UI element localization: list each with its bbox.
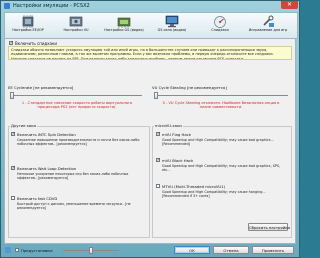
tab-label: Настройки VU — [63, 28, 89, 32]
ee-cyclerate-track — [10, 95, 142, 96]
enable-speedhacks-checkbox[interactable] — [9, 41, 13, 46]
app-icon — [4, 3, 10, 9]
tab-label: GS окно (видео) — [157, 28, 187, 32]
preset-checkbox[interactable] — [15, 248, 19, 252]
tab-label: Настройки GS (видео) — [104, 28, 144, 32]
mtvu-checkbox[interactable] — [156, 184, 160, 188]
fast-cdvd-checkbox[interactable] — [11, 196, 15, 200]
title-bar[interactable]: Настройки эмуляции - PCSX2 ✕ — [1, 1, 299, 11]
mvu-flag-checkbox[interactable] — [156, 132, 160, 137]
intc-spin-desc: Серьезное повышение производительности и… — [17, 138, 140, 147]
cancel-button[interactable]: Отмена — [213, 246, 249, 254]
settings-toolbar: Настройки EE/IOP Настройки VU Настройки … — [4, 12, 298, 39]
speedhack-icon — [214, 16, 226, 28]
preset-slider[interactable] — [89, 247, 93, 254]
vu-cycle-title: VU Cycle Stealing [не рекомендуется] — [152, 85, 227, 90]
window-title: Настройки эмуляции - PCSX2 — [13, 3, 90, 9]
ee-cyclerate-title: EE Cyclerate [не рекомендуется] — [8, 85, 74, 90]
fast-cdvd-label: Включить fast CDVD — [17, 195, 58, 201]
mvu-block-desc: Good Speedup and High Compatibility; may… — [162, 164, 281, 173]
fast-cdvd-desc: Быстрый доступ к дискам, уменьшение врем… — [17, 202, 131, 211]
enable-speedhacks-label: Включить спидхаки — [15, 40, 58, 46]
intc-spin-checkbox[interactable] — [11, 132, 15, 137]
speedhacks-warning: Спидхаки обычно позволяют ускорить эмуля… — [8, 46, 292, 60]
tab-gs[interactable]: Настройки GS (видео) — [104, 14, 144, 37]
tab-vu[interactable]: Настройки VU — [56, 14, 96, 37]
mvu-flag-label: mVU Flag Hack — [162, 131, 191, 137]
mvu-block-label: mVU Block Hack — [162, 157, 194, 163]
settings-window: Настройки эмуляции - PCSX2 ✕ Настройки E… — [0, 0, 300, 258]
cpu-icon — [22, 15, 34, 28]
ok-button[interactable]: ОК — [174, 246, 210, 254]
vu-cycle-slider[interactable] — [154, 92, 158, 99]
vu-icon — [69, 16, 83, 27]
game-fix-icon — [263, 15, 274, 27]
speedhacks-panel: Включить спидхаки Спидхаки обычно позвол… — [4, 38, 296, 244]
monitor-icon — [165, 15, 179, 28]
close-button[interactable]: ✕ — [281, 1, 298, 9]
tab-label: Исправление для игр — [248, 28, 288, 32]
wait-loop-label: Включить Wait Loop Detection — [17, 165, 77, 171]
intc-spin-label: Включить INTC Spin Detection — [17, 131, 76, 137]
mvu-block-checkbox[interactable] — [156, 158, 160, 163]
wait-loop-desc: Неплохое ускорение некоторых игр без как… — [17, 172, 129, 181]
ee-cyclerate-slider[interactable] — [10, 92, 14, 99]
apply-button[interactable]: Применить — [252, 246, 294, 254]
tab-speedhacks[interactable]: Спидхаки — [200, 14, 240, 37]
reset-settings-button[interactable]: Сбросить настройки — [248, 223, 290, 231]
tab-gs-window[interactable]: GS окно (видео) — [152, 14, 192, 37]
gs-icon — [117, 17, 131, 28]
tab-label: Настройки EE/IOP — [12, 28, 44, 32]
ee-cyclerate-hint: 1 - Стандартное значение скорости работы… — [21, 101, 133, 110]
preset-label: Предустановки: — [21, 247, 54, 253]
help-icon — [5, 247, 11, 253]
tab-label: Спидхаки — [211, 28, 229, 32]
other-hacks-title: Другие хаки — [10, 123, 37, 128]
mtvu-label: MTVU (Multi-Threaded microVU1) — [162, 183, 226, 189]
tab-game-fixes[interactable]: Исправление для игр — [248, 14, 288, 37]
tab-ee-iop[interactable]: Настройки EE/IOP — [8, 14, 48, 37]
mtvu-desc: Good Speedup and High Compatibility; may… — [162, 190, 266, 199]
microvu-title: microVU-хаки — [154, 123, 183, 128]
vu-cycle-track — [154, 95, 288, 96]
mvu-flag-desc: Good Speedup and High Compatibility; may… — [162, 138, 274, 147]
wait-loop-checkbox[interactable] — [11, 166, 15, 171]
vu-cycle-hint: 0 - VU Cycle Stealing отключен. Наиболее… — [162, 101, 280, 110]
